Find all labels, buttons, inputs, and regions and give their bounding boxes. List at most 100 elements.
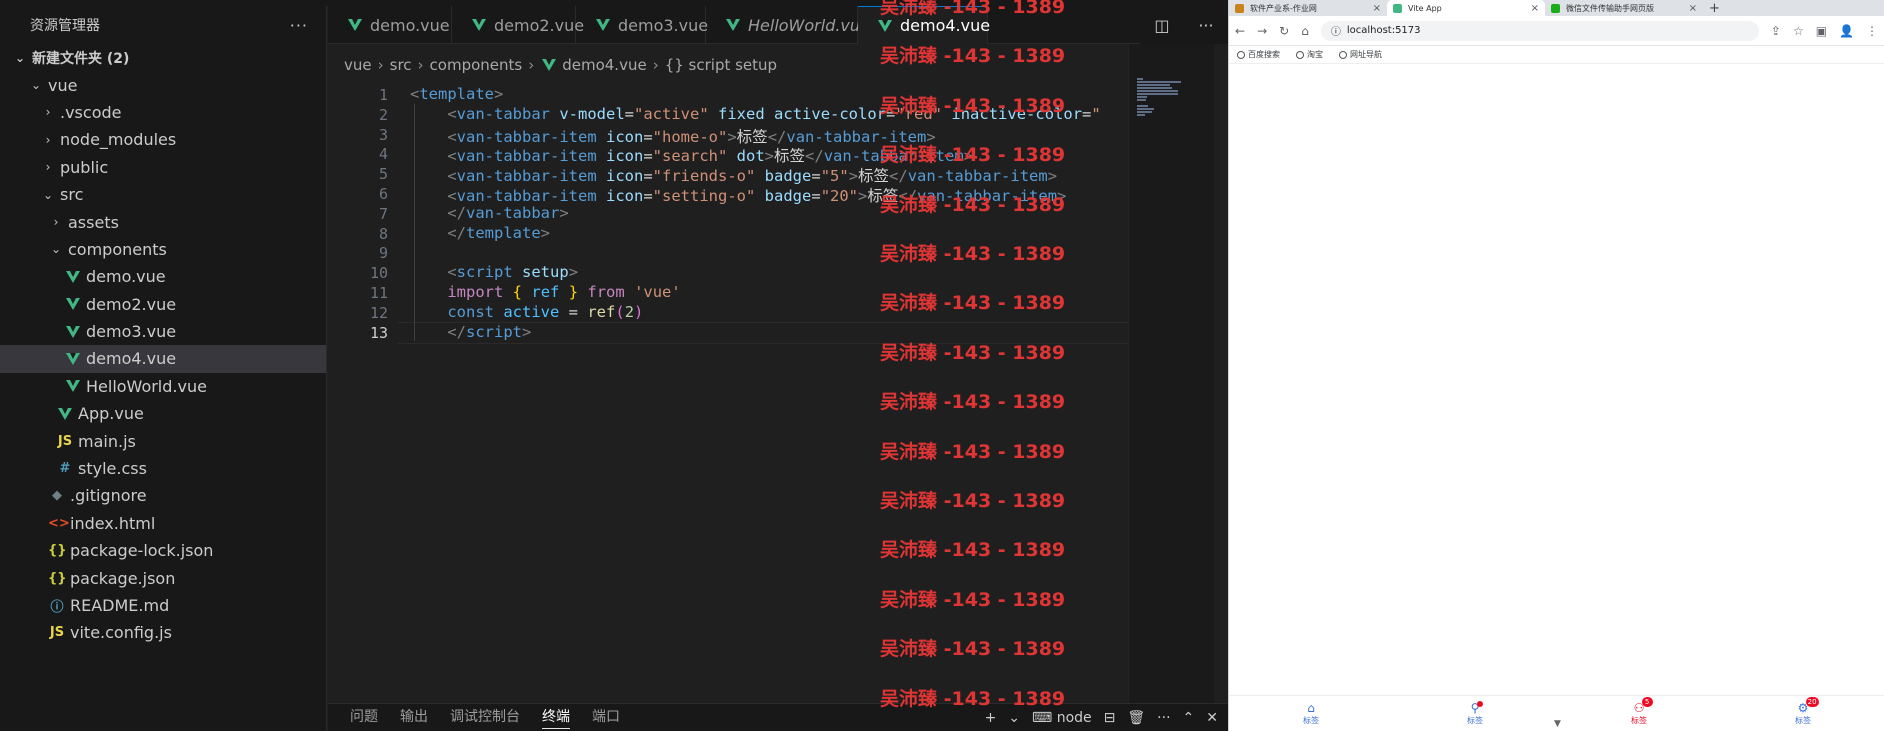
file-item[interactable]: <> index.html (0, 510, 326, 537)
panel-tab[interactable]: 问题 (350, 706, 378, 729)
editor-tab[interactable]: demo2.vue (452, 6, 584, 44)
line-number: 1 (378, 86, 388, 104)
panel-tab[interactable]: 终端 (542, 706, 570, 729)
new-tab-button[interactable]: + (1709, 1, 1720, 16)
folder-item[interactable]: ⌄ src (0, 181, 326, 208)
browser-tab[interactable]: 微信文件传输助手网页版 × (1545, 0, 1703, 16)
workspace-folder[interactable]: ⌄ 新建文件夹 (2) (0, 44, 326, 71)
code-token: < (410, 85, 420, 103)
bookmark-item[interactable]: 淘宝 (1296, 49, 1323, 60)
sidebar-icon[interactable]: ▣ (1816, 24, 1827, 38)
code-token: van-tabbar-item (786, 127, 927, 146)
file-item[interactable]: ⓘ README.md (0, 592, 326, 619)
panel-tab[interactable]: 端口 (592, 706, 620, 729)
close-panel-icon[interactable]: ✕ (1206, 710, 1218, 726)
file-type-icon: # (59, 461, 71, 477)
editor-tab[interactable]: demo4.vue (858, 6, 990, 44)
minimap[interactable] (1128, 44, 1214, 704)
file-item[interactable]: App.vue (0, 400, 326, 427)
scroll-down-arrow-icon[interactable]: ▼ (1554, 719, 1561, 729)
minimap-line (1137, 81, 1182, 83)
file-item[interactable]: demo4.vue (0, 345, 326, 373)
folder-item[interactable]: › assets (0, 208, 326, 235)
split-terminal-icon[interactable]: ⊟ (1104, 710, 1116, 726)
bookmark-star-icon[interactable]: ☆ (1793, 24, 1804, 38)
breadcrumb-item[interactable]: vue (344, 56, 372, 74)
code-token: "search" (652, 147, 728, 166)
breadcrumb-item[interactable]: {} script setup (665, 56, 777, 74)
panel-more-icon[interactable]: ··· (1157, 710, 1170, 726)
folder-item[interactable]: ⌄ components (0, 236, 326, 263)
close-tab-icon[interactable]: × (1531, 3, 1539, 14)
minimap-line (1137, 114, 1145, 116)
file-item[interactable]: {} package.json (0, 564, 326, 591)
terminal-dropdown-icon[interactable]: ⌄ (1008, 710, 1020, 726)
folder-item[interactable]: › .vscode (0, 99, 326, 126)
split-editor-icon[interactable]: ◫ (1154, 16, 1169, 35)
editor-tabs: demo.vue demo2.vue demo3.vue HelloWorld.vue… (328, 6, 1228, 44)
folder-item[interactable]: ⌄ vue (0, 71, 326, 98)
chevron-right-icon: › (377, 56, 384, 74)
van-tabbar-item[interactable]: ⌂ 标签 (1229, 696, 1393, 731)
breadcrumb-item[interactable]: demo4.vue (562, 56, 646, 74)
file-item[interactable]: JS vite.config.js (0, 619, 326, 646)
forward-icon[interactable]: → (1257, 24, 1267, 38)
tree-item-label: 新建文件夹 (2) (32, 50, 130, 67)
maximize-panel-icon[interactable]: ⌃ (1183, 710, 1195, 726)
code-token: van-tabbar (466, 203, 560, 222)
tree-item-label: demo4.vue (86, 349, 177, 369)
browser-tab[interactable]: 软件产业系-作业网 × (1229, 0, 1387, 16)
van-tabbar-item[interactable]: ⚙ 20 标签 (1721, 696, 1884, 731)
file-type-icon: JS (49, 625, 65, 641)
minimap-line (1137, 111, 1152, 113)
close-tab-icon[interactable]: × (1373, 3, 1381, 14)
file-item[interactable]: ◆ .gitignore (0, 482, 326, 509)
kill-terminal-icon[interactable]: 🗑 (1127, 710, 1145, 726)
folder-item[interactable]: › public (0, 154, 326, 181)
editor-tab[interactable]: HelloWorld.vue (706, 6, 870, 44)
editor-tab[interactable]: demo3.vue (576, 6, 708, 44)
file-item[interactable]: # style.css (0, 455, 326, 482)
site-info-icon[interactable]: ⓘ (1331, 23, 1341, 38)
breadcrumb-item[interactable]: components (430, 56, 523, 74)
folder-item[interactable]: › node_modules (0, 126, 326, 153)
editor-scrollbar[interactable] (1214, 44, 1228, 704)
panel-tab[interactable]: 输出 (400, 706, 428, 729)
more-actions-icon[interactable]: ··· (290, 16, 308, 35)
address-bar[interactable]: ⓘ localhost:5173 (1320, 20, 1759, 41)
code-token: v-model (559, 104, 625, 123)
file-item[interactable]: JS main.js (0, 427, 326, 454)
breadcrumb-item[interactable]: src (390, 56, 412, 74)
file-item[interactable]: HelloWorld.vue (0, 373, 326, 400)
bookmark-item[interactable]: 百度搜索 (1237, 49, 1280, 60)
browser-menu-icon[interactable]: ⋮ (1866, 24, 1878, 38)
reload-icon[interactable]: ↻ (1279, 24, 1289, 38)
tree-item-label: HelloWorld.vue (86, 376, 207, 396)
file-item[interactable]: demo.vue (0, 263, 326, 290)
code-token: inactive-color (951, 104, 1083, 123)
share-icon[interactable]: ⇪ (1771, 24, 1781, 38)
file-item[interactable]: {} package-lock.json (0, 537, 326, 564)
editor-tab[interactable]: demo.vue (328, 6, 452, 44)
panel-tab[interactable]: 调试控制台 (450, 706, 520, 729)
van-tabbar-label: 标签 (1303, 715, 1319, 725)
minimap-line (1137, 105, 1148, 107)
bookmark-item[interactable]: 网址导航 (1339, 49, 1382, 60)
browser-tab[interactable]: Vite App × (1387, 0, 1545, 16)
new-terminal-icon[interactable]: + (985, 710, 997, 726)
file-item[interactable]: demo2.vue (0, 291, 326, 318)
van-tabbar-item[interactable]: ⚲ 标签 (1393, 696, 1557, 731)
profile-icon[interactable]: 👤 (1839, 24, 1854, 38)
van-tabbar-item[interactable]: ⚇ 5 标签 (1557, 696, 1721, 731)
code-token: ref (587, 302, 616, 321)
code-token: > (494, 85, 504, 103)
home-icon[interactable]: ⌂ (1301, 24, 1309, 38)
file-item[interactable]: demo3.vue (0, 318, 326, 345)
file-type-icon: {} (48, 543, 67, 559)
line-number: 6 (378, 185, 388, 203)
more-editor-actions-icon[interactable]: ··· (1198, 16, 1213, 35)
close-tab-icon[interactable]: × (1689, 3, 1697, 14)
code-token: "setting-o" (652, 187, 756, 205)
back-icon[interactable]: ← (1235, 24, 1245, 38)
